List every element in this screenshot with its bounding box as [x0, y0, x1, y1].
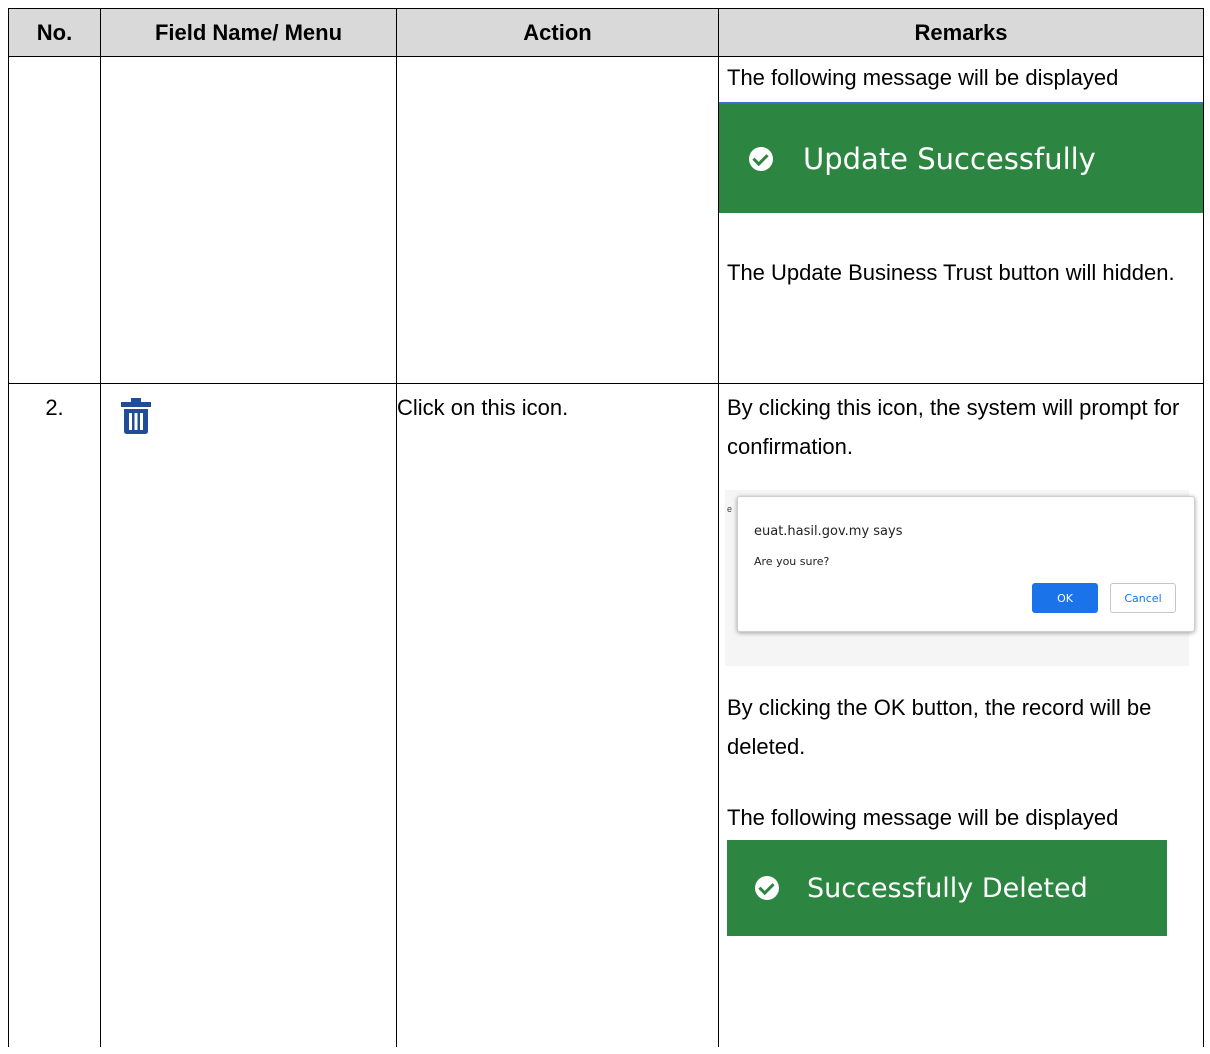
- row2-remarks-cell: By clicking this icon, the system will p…: [718, 383, 1204, 1047]
- dialog-title: euat.hasil.gov.my says: [754, 524, 903, 539]
- remarks-text: The following message will be displayed: [727, 65, 1119, 90]
- toast-text: Update Successfully: [803, 141, 1096, 176]
- toast-text: Successfully Deleted: [807, 872, 1088, 904]
- dialog-message: Are you sure?: [754, 555, 830, 568]
- cancel-button[interactable]: Cancel: [1110, 583, 1176, 613]
- header-no: No.: [8, 8, 101, 57]
- confirm-dialog: euat.hasil.gov.my says Are you sure? OK …: [737, 496, 1195, 632]
- ok-button[interactable]: OK: [1032, 583, 1098, 613]
- check-circle-icon: [749, 146, 773, 171]
- table-row: The following message will be displayed …: [8, 56, 1204, 384]
- row2-action-cell: Click on this icon.: [396, 383, 719, 1047]
- remarks-text: By clicking the OK button, the record wi…: [727, 695, 1152, 759]
- confirm-dialog-screenshot: e euat.hasil.gov.my says Are you sure? O…: [725, 490, 1195, 666]
- delete-success-toast: Successfully Deleted: [727, 840, 1167, 936]
- header-field-name: Field Name/ Menu: [100, 8, 397, 57]
- row2-no-cell: 2.: [8, 383, 101, 1047]
- row1-field-cell: [100, 56, 397, 384]
- remarks-text: By clicking this icon, the system will p…: [727, 395, 1180, 459]
- row2-field-cell: [100, 383, 397, 1047]
- trash-icon: [121, 398, 151, 434]
- check-circle-icon: [755, 876, 779, 900]
- header-row: No. Field Name/ Menu Action Remarks: [8, 8, 1204, 57]
- action-text: Click on this icon.: [397, 395, 569, 420]
- header-action: Action: [396, 8, 719, 57]
- procedure-table: No. Field Name/ Menu Action Remarks The …: [8, 8, 1204, 1047]
- row-number: 2.: [45, 395, 64, 420]
- row1-action-cell: [396, 56, 719, 384]
- header-remarks: Remarks: [718, 8, 1204, 57]
- row1-no-cell: [8, 56, 101, 384]
- remarks-text: The following message will be displayed: [727, 805, 1119, 830]
- remarks-text: The Update Business Trust button will hi…: [727, 260, 1175, 285]
- row1-remarks-cell: The following message will be displayed …: [718, 56, 1204, 384]
- update-success-toast: Update Successfully: [719, 102, 1203, 213]
- table-row: 2. Click on this icon. By clicking this …: [8, 383, 1204, 1047]
